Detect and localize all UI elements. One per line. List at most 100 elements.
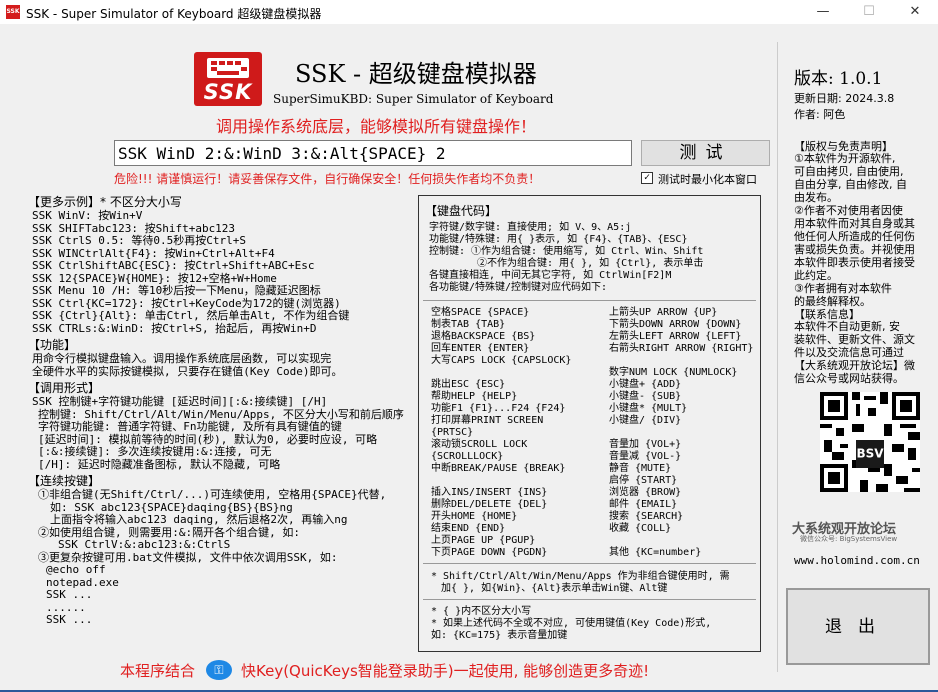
key-code-item: 删除DEL/DELETE {DEL} [431, 499, 548, 510]
codes-intro-line: 功能键/特殊键: 用{ }表示, 如 {F4}、{TAB}、{ESC} [429, 234, 688, 245]
key-code-item: 邮件 {EMAIL} [609, 499, 678, 510]
footer-text-left: 本程序结合 [120, 662, 196, 680]
command-input[interactable] [114, 140, 632, 166]
key-code-item: 结束END {END} [431, 523, 506, 534]
divider [423, 300, 756, 301]
example-line: SSK CtrlShiftABC{ESC}: 按Ctrl+Shift+ABC+E… [32, 259, 315, 272]
key-code-item: 打印屏幕PRINT SCREEN [431, 415, 544, 426]
key-codes-title: 【键盘代码】 [425, 204, 498, 218]
logo-text: SSK [203, 80, 253, 104]
key-code-item: 下箭头DOWN ARROW {DOWN} [609, 319, 742, 330]
key-icon: ⚿ [206, 660, 232, 680]
combo-line: SSK ... [46, 588, 93, 601]
combo-line: ①非组合键(无Shift/Ctrl/...)可连续使用, 空格用{SPACE}代… [38, 488, 387, 501]
key-code-item: 制表TAB {TAB} [431, 319, 506, 330]
key-code-item: 小键盘/ {DIV} [609, 415, 682, 426]
close-button[interactable]: ✕ [892, 0, 938, 24]
key-code-item: 浏览器 {BROW} [609, 487, 682, 498]
key-code-item: 左箭头LEFT ARROW {LEFT} [609, 331, 742, 342]
version: 版本: 1.0.1 [794, 69, 883, 89]
key-code-item: 开头HOME {HOME} [431, 511, 518, 522]
example-line: SSK CTRLs:&:WinD: 按Ctrl+S, 抬起后, 再按Win+D [32, 321, 317, 335]
key-code-item: 上箭头UP ARROW {UP} [609, 307, 718, 318]
key-code-item: 音量加 {VOL+} [609, 439, 682, 450]
ssk-logo: SSK [194, 52, 262, 106]
key-code-item: 数字NUM LOCK {NUMLOCK} [609, 367, 738, 378]
codes-intro-line: 字符键/数字键: 直接使用; 如 V、9、A5:j [429, 222, 632, 233]
page-title: SSK - 超级键盘模拟器 [295, 60, 537, 88]
exit-button[interactable]: 退出 [786, 588, 930, 665]
key-code-item: 其他 {KC=number} [609, 547, 702, 558]
codes-note: 如: {KC=175} 表示音量加键 [431, 630, 568, 641]
codes-intro-line: 各功能键/特殊键/控制键对应代码如下: [429, 282, 608, 293]
combo-title: 【连续按键】 [28, 474, 101, 488]
combo-line: 上面指令将输入abc123 daqing, 然后退格2次, 再输入ng [50, 513, 348, 526]
combo-line: SSK ... [46, 613, 93, 626]
divider [423, 563, 756, 564]
key-code-item: {SCROLLLOCK} [431, 451, 504, 462]
key-code-item: 滚动锁SCROLL LOCK [431, 439, 528, 450]
minimize-on-test-checkbox[interactable]: ✓ [641, 172, 653, 184]
test-button[interactable]: 测试 [641, 140, 770, 166]
codes-intro-line: 各键直接相连, 中间无其它字符, 如 CtrlWin[F2]M [429, 270, 672, 281]
example-line: SSK Menu 10 /H: 等10秒后按一下Menu，隐藏延迟图标 [32, 284, 321, 297]
codes-note: * Shift/Ctrl/Alt/Win/Menu/Apps 作为非组合键使用时… [431, 571, 730, 582]
key-code-item: 大写CAPS LOCK {CAPSLOCK} [431, 355, 572, 366]
window-title: SSK - Super Simulator of Keyboard 超级键盘模拟… [26, 7, 322, 21]
minimize-button[interactable]: — [800, 0, 846, 24]
key-code-item: 搜索 {SEARCH} [609, 511, 684, 522]
codes-note: 加{ }, 如{Win}、{Alt}表示单击Win键、Alt键 [441, 583, 668, 594]
call-line: [:&:接续键]: 多次连续按键用:&:连接, 可无 [38, 445, 272, 458]
slogan: 调用操作系统底层，能够模拟所有键盘操作！ [216, 117, 537, 136]
key-code-item: 启停 {START} [609, 475, 678, 486]
function-line: 用命令行模拟键盘输入。调用操作系统底层函数, 可以实现完 [32, 352, 332, 365]
key-code-item: 音量减 {VOL-} [609, 451, 682, 462]
key-code-item: 回车ENTER {ENTER} [431, 343, 530, 354]
maximize-button[interactable]: ☐ [846, 0, 892, 24]
call-line: [/H]: 延迟时隐藏准备图标, 默认不隐藏, 可略 [38, 457, 281, 471]
key-code-item: 跳出ESC {ESC} [431, 379, 506, 390]
example-line: SSK CtrlS 0.5: 等待0.5秒再按Ctrl+S [32, 234, 246, 247]
info-panel: 版本: 1.0.1 更新日期: 2024.3.8 作者: 阿色 【版权与免责声明… [777, 42, 930, 672]
key-code-item: 上页PAGE UP {PGUP} [431, 535, 536, 546]
forum-wechat: 微信公众号: BigSystemsView [800, 535, 898, 543]
call-line: SSK 控制键+字符键功能键 [延迟时间][:&:接续键] [/H] [32, 395, 328, 408]
call-title: 【调用形式】 [28, 381, 101, 395]
key-code-item: 退格BACKSPACE {BS} [431, 331, 536, 342]
example-line: SSK WinV: 按Win+V [32, 209, 143, 222]
call-line: 字符键功能键: 普通字符键、Fn功能键, 及所有具有键值的键 [38, 420, 342, 433]
keyboard-icon [207, 58, 249, 78]
contact-text: 本软件不自动更新, 安 装软件、更新文件、源文 件以及交流信息可通过 【大系统观… [794, 320, 915, 385]
function-title: 【功能】 [28, 338, 77, 352]
key-code-item: 功能F1 {F1}...F24 {F24} [431, 403, 566, 414]
function-line: 全硬件水平的实际按键模拟, 只要存在键值(Key Code)即可。 [32, 364, 343, 378]
codes-note: * 如果上述代码不全或不对应, 可使用键值(Key Code)形式, [431, 618, 712, 629]
key-code-item: 静音 {MUTE} [609, 463, 672, 474]
key-code-item: 收藏 {COLL} [609, 523, 672, 534]
key-code-item: 小键盘+ {ADD} [609, 379, 682, 390]
update-date: 更新日期: 2024.3.8 [794, 92, 895, 105]
minimize-on-test-label: 测试时最小化本窗口 [658, 173, 757, 186]
key-code-item: 小键盘- {SUB} [609, 391, 682, 402]
danger-warning: 危险!!! 请谨慎运行！请妥善保存文件，自行确保安全！任何损失作者均不负责！ [114, 172, 541, 186]
divider [423, 599, 756, 600]
copyright-text: ①本软件为开源软件, 可自由拷贝, 自由使用, 自由分享, 自由修改, 自 由发… [794, 152, 915, 308]
author: 作者: 阿色 [794, 108, 846, 121]
help-left-column: 【更多示例】* 不区分大小写 SSK WinV: 按Win+V SSK SHIF… [28, 192, 418, 627]
app-icon: SSK [6, 5, 20, 19]
website-link[interactable]: www.holomind.com.cn [794, 554, 920, 567]
svg-text:BSV: BSV [856, 447, 884, 461]
key-code-item: 右箭头RIGHT ARROW {RIGHT} [609, 343, 754, 354]
key-codes-panel: 【键盘代码】 字符键/数字键: 直接使用; 如 V、9、A5:j 功能键/特殊键… [418, 195, 761, 652]
combo-line: SSK CtrlV:&:abc123:&:CtrlS [58, 538, 231, 551]
examples-title: 【更多示例】* 不区分大小写 [28, 195, 182, 209]
example-line: SSK {Ctrl}{Alt}: 单击Ctrl, 然后单击Alt, 不作为组合键 [32, 309, 350, 322]
page-subtitle: SuperSimuKBD: Super Simulator of Keyboar… [273, 92, 554, 106]
key-code-item: 插入INS/INSERT {INS} [431, 487, 548, 498]
key-code-item: 小键盘* {MULT} [609, 403, 688, 414]
key-code-item: 中断BREAK/PAUSE {BREAK} [431, 463, 566, 474]
key-code-item: {PRTSC} [431, 427, 474, 438]
key-code-item: 下页PAGE DOWN {PGDN} [431, 547, 548, 558]
qr-code: BSV [820, 392, 920, 492]
codes-note: * { }内不区分大小写 [431, 606, 532, 617]
